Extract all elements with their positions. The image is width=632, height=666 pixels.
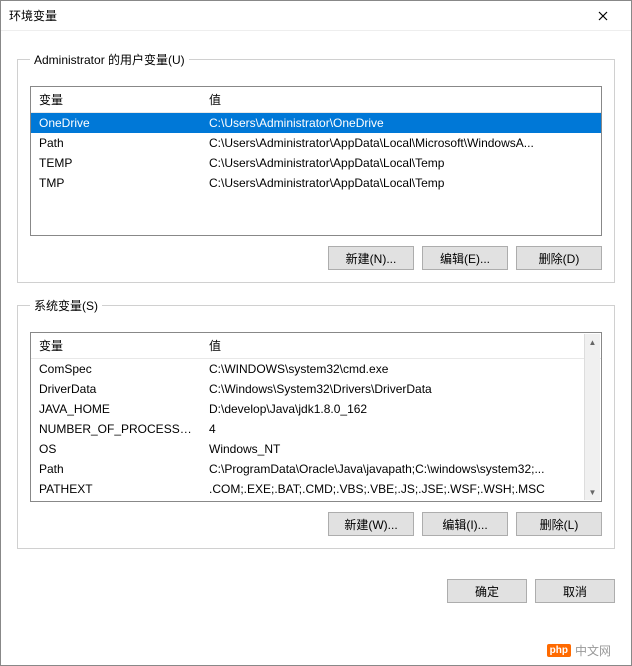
user-vars-buttons: 新建(N)... 编辑(E)... 删除(D) xyxy=(30,246,602,270)
watermark: php 中文网 xyxy=(547,642,611,659)
var-value-cell: 4 xyxy=(201,419,601,439)
system-vars-group: 系统变量(S) 变量 值 ComSpecC:\WINDOWS\system32\… xyxy=(17,297,615,549)
user-delete-button[interactable]: 删除(D) xyxy=(516,246,602,270)
ok-button[interactable]: 确定 xyxy=(447,579,527,603)
sys-delete-button[interactable]: 删除(L) xyxy=(516,512,602,536)
footer-buttons: 确定 取消 xyxy=(1,579,615,603)
table-row[interactable]: OneDriveC:\Users\Administrator\OneDrive xyxy=(31,113,601,134)
system-vars-buttons: 新建(W)... 编辑(I)... 删除(L) xyxy=(30,512,602,536)
table-row[interactable]: NUMBER_OF_PROCESSORS4 xyxy=(31,419,601,439)
system-scrollbar[interactable]: ▲ ▼ xyxy=(584,334,600,500)
var-value-cell: C:\Users\Administrator\AppData\Local\Tem… xyxy=(201,153,601,173)
var-value-cell: C:\Users\Administrator\AppData\Local\Mic… xyxy=(201,133,601,153)
var-value-cell: C:\WINDOWS\system32\cmd.exe xyxy=(201,359,601,380)
titlebar: 环境变量 xyxy=(1,1,631,31)
user-vars-table-wrap[interactable]: 变量 值 OneDriveC:\Users\Administrator\OneD… xyxy=(30,86,602,236)
table-row[interactable]: TEMPC:\Users\Administrator\AppData\Local… xyxy=(31,153,601,173)
close-icon xyxy=(598,11,608,21)
table-row[interactable]: DriverDataC:\Windows\System32\Drivers\Dr… xyxy=(31,379,601,399)
var-value-cell: C:\Windows\System32\Drivers\DriverData xyxy=(201,379,601,399)
system-vars-table-wrap[interactable]: 变量 值 ComSpecC:\WINDOWS\system32\cmd.exeD… xyxy=(30,332,602,502)
var-value-cell: C:\Users\Administrator\AppData\Local\Tem… xyxy=(201,173,601,193)
close-button[interactable] xyxy=(583,2,623,30)
var-name-cell: OS xyxy=(31,439,201,459)
table-row[interactable]: PathC:\ProgramData\Oracle\Java\javapath;… xyxy=(31,459,601,479)
var-value-cell: D:\develop\Java\jdk1.8.0_162 xyxy=(201,399,601,419)
var-name-cell: Path xyxy=(31,459,201,479)
sys-new-button[interactable]: 新建(W)... xyxy=(328,512,414,536)
var-name-cell: TEMP xyxy=(31,153,201,173)
table-row[interactable]: PATHEXT.COM;.EXE;.BAT;.CMD;.VBS;.VBE;.JS… xyxy=(31,479,601,499)
var-value-cell: Windows_NT xyxy=(201,439,601,459)
user-vars-table: 变量 值 OneDriveC:\Users\Administrator\OneD… xyxy=(31,87,601,193)
scroll-track[interactable] xyxy=(585,350,600,484)
sys-col-name[interactable]: 变量 xyxy=(31,333,201,359)
var-name-cell: DriverData xyxy=(31,379,201,399)
var-name-cell: ComSpec xyxy=(31,359,201,380)
sys-col-value[interactable]: 值 xyxy=(201,333,601,359)
var-value-cell: .COM;.EXE;.BAT;.CMD;.VBS;.VBE;.JS;.JSE;.… xyxy=(201,479,601,499)
user-vars-legend: Administrator 的用户变量(U) xyxy=(30,51,189,68)
table-row[interactable]: JAVA_HOMED:\develop\Java\jdk1.8.0_162 xyxy=(31,399,601,419)
user-col-name[interactable]: 变量 xyxy=(31,87,201,113)
var-value-cell: C:\Users\Administrator\OneDrive xyxy=(201,113,601,134)
table-row[interactable]: ComSpecC:\WINDOWS\system32\cmd.exe xyxy=(31,359,601,380)
user-col-value[interactable]: 值 xyxy=(201,87,601,113)
system-vars-legend: 系统变量(S) xyxy=(30,297,102,314)
system-vars-table: 变量 值 ComSpecC:\WINDOWS\system32\cmd.exeD… xyxy=(31,333,601,499)
cancel-button[interactable]: 取消 xyxy=(535,579,615,603)
table-row[interactable]: OSWindows_NT xyxy=(31,439,601,459)
watermark-badge: php xyxy=(547,644,571,657)
watermark-text: 中文网 xyxy=(575,642,611,659)
var-name-cell: NUMBER_OF_PROCESSORS xyxy=(31,419,201,439)
dialog-title: 环境变量 xyxy=(9,7,583,24)
user-vars-group: Administrator 的用户变量(U) 变量 值 OneDriveC:\U… xyxy=(17,51,615,283)
dialog-content: Administrator 的用户变量(U) 变量 值 OneDriveC:\U… xyxy=(1,31,631,573)
var-name-cell: Path xyxy=(31,133,201,153)
table-row[interactable]: PathC:\Users\Administrator\AppData\Local… xyxy=(31,133,601,153)
scroll-down-icon[interactable]: ▼ xyxy=(585,484,600,500)
user-new-button[interactable]: 新建(N)... xyxy=(328,246,414,270)
var-value-cell: C:\ProgramData\Oracle\Java\javapath;C:\w… xyxy=(201,459,601,479)
env-vars-dialog: 环境变量 Administrator 的用户变量(U) 变量 值 OneDriv… xyxy=(0,0,632,666)
scroll-up-icon[interactable]: ▲ xyxy=(585,334,600,350)
var-name-cell: PATHEXT xyxy=(31,479,201,499)
var-name-cell: TMP xyxy=(31,173,201,193)
table-row[interactable]: TMPC:\Users\Administrator\AppData\Local\… xyxy=(31,173,601,193)
sys-edit-button[interactable]: 编辑(I)... xyxy=(422,512,508,536)
user-edit-button[interactable]: 编辑(E)... xyxy=(422,246,508,270)
var-name-cell: OneDrive xyxy=(31,113,201,134)
var-name-cell: JAVA_HOME xyxy=(31,399,201,419)
